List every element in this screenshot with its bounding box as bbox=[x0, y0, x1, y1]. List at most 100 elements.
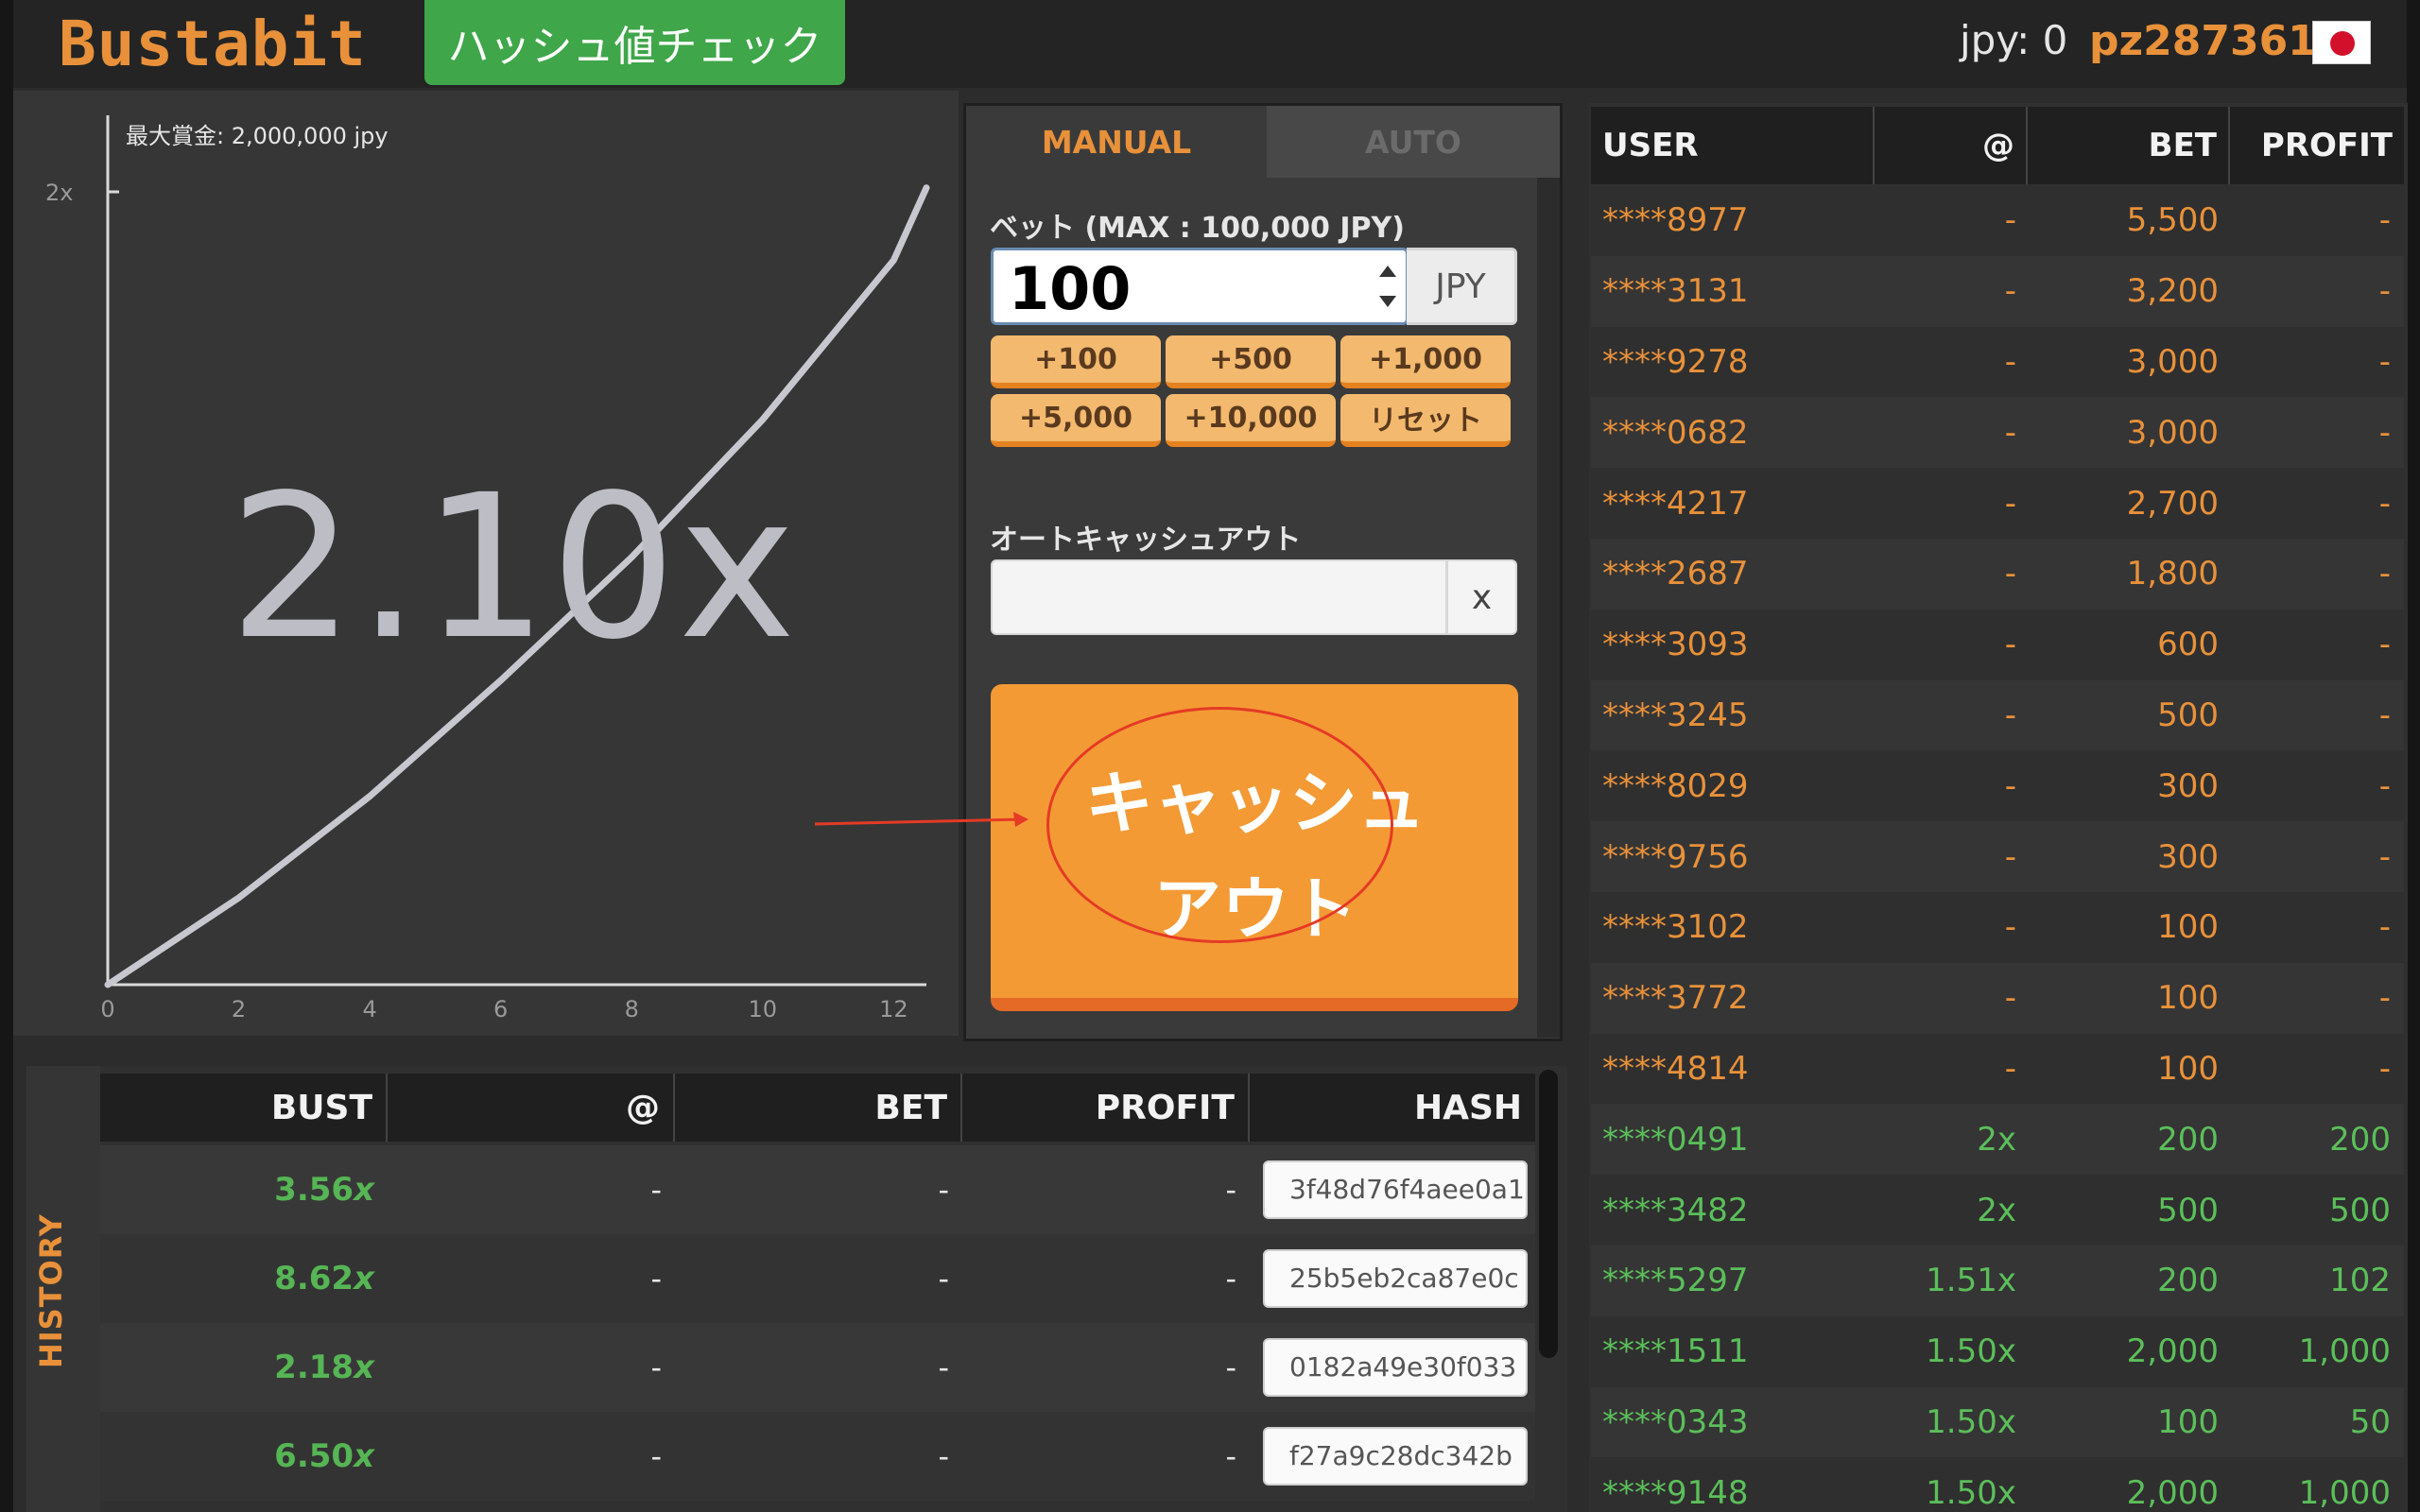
auto-cashout-input[interactable] bbox=[991, 559, 1447, 635]
player-user[interactable]: ****0682 bbox=[1602, 397, 1876, 468]
history-row[interactable]: 8.62x - - -25b5eb2ca87e0c bbox=[100, 1234, 1535, 1323]
history-row[interactable]: 6.50x - - - f27a9c28dc342b bbox=[100, 1412, 1535, 1501]
add-500-button[interactable]: +500 bbox=[1166, 335, 1336, 388]
history-bust: 3.56x bbox=[100, 1145, 388, 1234]
add-10000-button[interactable]: +10,000 bbox=[1166, 394, 1336, 447]
player-user[interactable]: ****9148 bbox=[1602, 1457, 1876, 1512]
player-user[interactable]: ****1511 bbox=[1602, 1316, 1876, 1387]
player-row[interactable]: ****3102 - 100 - bbox=[1591, 892, 2404, 963]
player-row[interactable]: ****0343 1.50x 100 50 bbox=[1591, 1386, 2404, 1458]
player-row[interactable]: ****3093 - 600 - bbox=[1591, 609, 2404, 680]
player-user[interactable]: ****3482 bbox=[1602, 1175, 1876, 1246]
history-bet: - bbox=[938, 1261, 949, 1297]
players-col-bet[interactable]: BET bbox=[2028, 107, 2230, 184]
player-row[interactable]: ****2687 - 1,800 - bbox=[1591, 539, 2404, 610]
hash-field[interactable]: f27a9c28dc342b bbox=[1263, 1427, 1528, 1486]
history-bust: 6.50x bbox=[100, 1412, 388, 1501]
player-user[interactable]: ****0343 bbox=[1602, 1387, 1876, 1458]
player-profit: 50 bbox=[2349, 1402, 2391, 1441]
player-row[interactable]: ****9756 - 300 - bbox=[1591, 821, 2404, 892]
player-profit: 200 bbox=[2329, 1120, 2391, 1159]
player-user[interactable]: ****0491 bbox=[1602, 1104, 1876, 1175]
x-tick-label: 8 bbox=[624, 996, 639, 1022]
player-at: 2x bbox=[1977, 1191, 2016, 1229]
player-at: - bbox=[2004, 555, 2016, 593]
annotation-arrow bbox=[814, 812, 1028, 827]
hash-check-button[interactable]: ハッシュ値チェック bbox=[424, 0, 845, 85]
players-col-profit[interactable]: PROFIT bbox=[2230, 107, 2404, 184]
player-user[interactable]: ****5297 bbox=[1602, 1246, 1876, 1316]
hash-field[interactable]: 0182a49e30f033 bbox=[1263, 1338, 1528, 1397]
history-col-bust[interactable]: BUST bbox=[100, 1074, 388, 1142]
player-profit: 102 bbox=[2329, 1262, 2391, 1300]
app-logo[interactable]: Bustabit bbox=[59, 8, 367, 80]
tab-manual[interactable]: MANUAL bbox=[966, 106, 1267, 178]
stepper-down-icon[interactable] bbox=[1379, 296, 1396, 307]
history-col-hash[interactable]: HASH bbox=[1250, 1074, 1535, 1142]
add-100-button[interactable]: +100 bbox=[991, 335, 1161, 388]
history-row[interactable]: 2.18x - - -0182a49e30f033 bbox=[100, 1323, 1535, 1412]
player-profit: - bbox=[2378, 908, 2391, 947]
player-user[interactable]: ****3093 bbox=[1602, 610, 1876, 680]
add-5000-button[interactable]: +5,000 bbox=[991, 394, 1161, 447]
player-row[interactable]: ****9148 1.50x 2,000 1,000 bbox=[1591, 1457, 2404, 1512]
arrow-head bbox=[1013, 812, 1028, 827]
player-row[interactable]: ****8977 - 5,500 - bbox=[1591, 185, 2404, 256]
player-user[interactable]: ****2687 bbox=[1602, 539, 1876, 610]
player-row[interactable]: ****3131 - 3,200 - bbox=[1591, 255, 2404, 327]
player-row[interactable]: ****5297 1.51x 200 102 bbox=[1591, 1246, 2404, 1316]
stepper-up-icon[interactable] bbox=[1379, 266, 1396, 277]
players-col-at[interactable]: @ bbox=[1875, 107, 2028, 184]
player-user[interactable]: ****3772 bbox=[1602, 963, 1876, 1034]
history-row[interactable]: 3.56x - - -3f48d76f4aee0a1 bbox=[100, 1145, 1535, 1234]
arrow-line bbox=[814, 817, 1024, 826]
history-col-at[interactable]: @ bbox=[388, 1074, 675, 1142]
history-at: - bbox=[650, 1349, 662, 1385]
add-1000-button[interactable]: +1,000 bbox=[1340, 335, 1511, 388]
player-user[interactable]: ****3131 bbox=[1602, 256, 1876, 327]
history-col-profit[interactable]: PROFIT bbox=[962, 1074, 1250, 1142]
player-at: - bbox=[2004, 837, 2016, 876]
player-user[interactable]: ****4217 bbox=[1602, 468, 1876, 539]
players-col-user[interactable]: USER bbox=[1591, 107, 1875, 184]
player-row[interactable]: ****0491 2x 200 200 bbox=[1591, 1104, 2404, 1176]
hash-field[interactable]: 3f48d76f4aee0a1 bbox=[1263, 1160, 1528, 1219]
player-row[interactable]: ****0682 - 3,000 - bbox=[1591, 397, 2404, 469]
history-scrollbar[interactable] bbox=[1539, 1070, 1558, 1358]
x-tick-label: 2 bbox=[231, 996, 247, 1022]
player-user[interactable]: ****4814 bbox=[1602, 1034, 1876, 1105]
history-bet: - bbox=[938, 1349, 949, 1385]
username-link[interactable]: pz287361 bbox=[2089, 17, 2317, 65]
player-bet: 200 bbox=[2157, 1120, 2219, 1159]
japan-flag-icon[interactable] bbox=[2312, 21, 2371, 64]
player-user[interactable]: ****3102 bbox=[1602, 892, 1876, 963]
player-user[interactable]: ****9756 bbox=[1602, 821, 1876, 892]
history-bet: - bbox=[938, 1438, 949, 1474]
player-row[interactable]: ****1511 1.50x 2,000 1,000 bbox=[1591, 1315, 2404, 1387]
panel-scrollbar[interactable] bbox=[1537, 178, 1560, 1038]
player-row[interactable]: ****4217 - 2,700 - bbox=[1591, 468, 2404, 539]
bet-stepper[interactable] bbox=[1374, 260, 1402, 317]
hash-field[interactable]: 25b5eb2ca87e0c bbox=[1263, 1249, 1528, 1308]
history-col-bet[interactable]: BET bbox=[675, 1074, 962, 1142]
player-row[interactable]: ****3482 2x 500 500 bbox=[1591, 1175, 2404, 1246]
player-at: - bbox=[2004, 696, 2016, 734]
player-profit: 500 bbox=[2329, 1191, 2391, 1229]
player-row[interactable]: ****9278 - 3,000 - bbox=[1591, 326, 2404, 398]
player-row[interactable]: ****8029 - 300 - bbox=[1591, 750, 2404, 822]
player-user[interactable]: ****3245 bbox=[1602, 680, 1876, 751]
player-user[interactable]: ****8977 bbox=[1602, 185, 1876, 256]
player-user[interactable]: ****8029 bbox=[1602, 750, 1876, 821]
reset-button[interactable]: リセット bbox=[1340, 394, 1511, 447]
history-profit: - bbox=[1225, 1172, 1236, 1208]
player-row[interactable]: ****4814 - 100 - bbox=[1591, 1033, 2404, 1105]
flag-circle bbox=[2330, 31, 2355, 56]
player-user[interactable]: ****9278 bbox=[1602, 327, 1876, 398]
player-row[interactable]: ****3245 - 500 - bbox=[1591, 679, 2404, 751]
player-profit: - bbox=[2378, 413, 2391, 452]
bet-amount-input[interactable]: 100 bbox=[991, 248, 1409, 325]
player-profit: - bbox=[2378, 201, 2391, 240]
player-row[interactable]: ****3772 - 100 - bbox=[1591, 962, 2404, 1034]
tab-auto[interactable]: AUTO bbox=[1267, 106, 1560, 178]
x-tick-label: 4 bbox=[362, 996, 377, 1022]
